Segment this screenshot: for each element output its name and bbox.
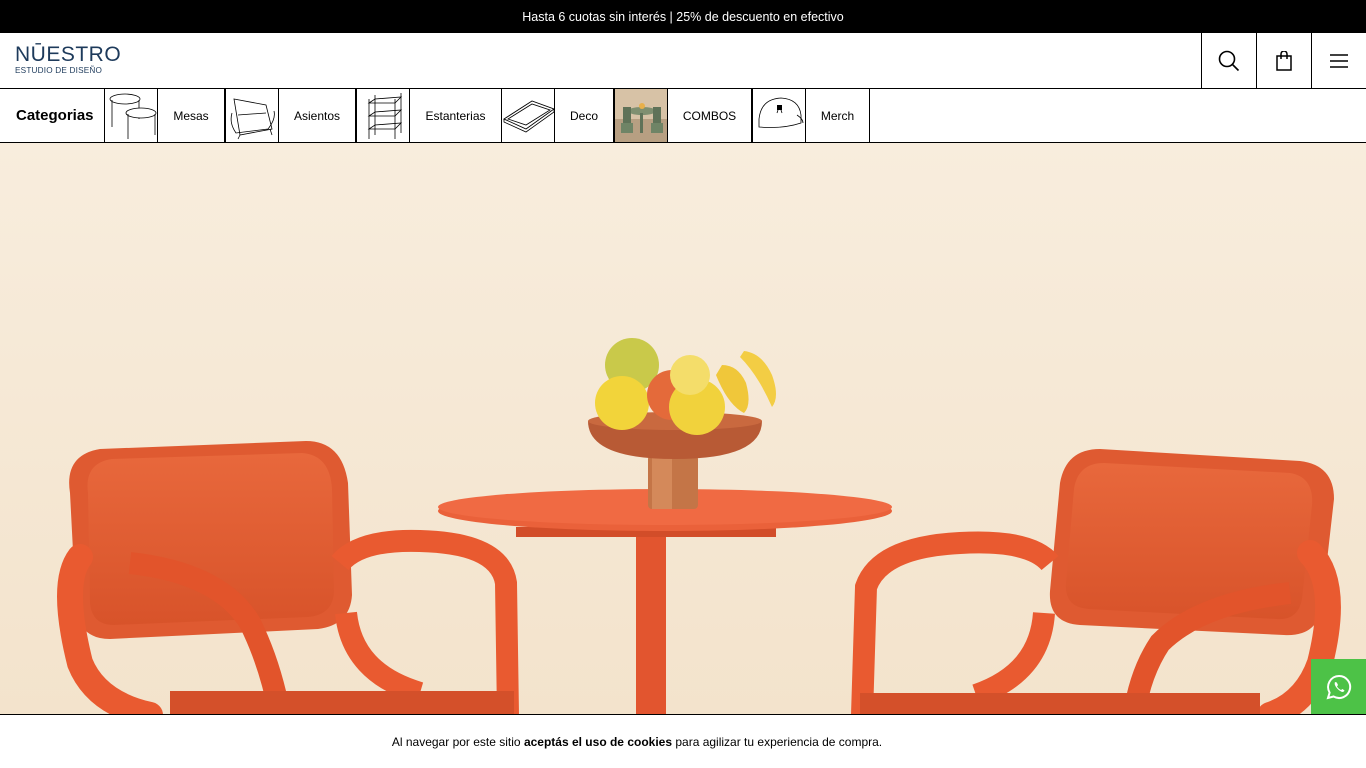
logo-sub-text: ESTUDIO DE DISEÑO — [15, 66, 103, 75]
chair-thumbnail — [225, 89, 279, 142]
category-label: Merch — [806, 89, 870, 142]
category-merch[interactable]: Merch — [752, 89, 870, 142]
cookie-link[interactable]: aceptás el uso de cookies — [524, 735, 672, 749]
category-bar: Categorias Mesas Asientos Estanterias De… — [0, 89, 1366, 143]
menu-icon — [1330, 53, 1348, 68]
promo-text: Hasta 6 cuotas sin interés | 25% de desc… — [522, 9, 844, 24]
combo-photo-thumbnail — [614, 89, 668, 142]
category-label: Deco — [555, 89, 614, 142]
category-deco[interactable]: Deco — [501, 89, 614, 142]
promo-bar: Hasta 6 cuotas sin interés | 25% de desc… — [0, 0, 1366, 33]
category-combos[interactable]: COMBOS — [614, 89, 752, 142]
shelf-thumbnail — [356, 89, 410, 142]
whatsapp-button[interactable] — [1311, 659, 1366, 714]
category-label: Estanterias — [410, 89, 502, 142]
logo[interactable]: NŪESTRO ESTUDIO DE DISEÑO — [15, 43, 122, 78]
category-label: Mesas — [158, 89, 225, 142]
categories-title: Categorias — [16, 107, 94, 124]
category-estanterias[interactable]: Estanterias — [356, 89, 502, 142]
logo-main-text: NŪESTRO — [15, 43, 122, 66]
search-button[interactable] — [1201, 33, 1256, 88]
tray-thumbnail — [501, 89, 555, 142]
cookie-suffix: para agilizar tu experiencia de compra. — [672, 734, 883, 749]
search-icon — [1218, 50, 1240, 71]
cookie-banner: Al navegar por este sitio aceptás el uso… — [0, 714, 1366, 768]
menu-button[interactable] — [1311, 33, 1366, 88]
cookie-prefix: Al navegar por este sitio — [391, 734, 524, 749]
category-label: COMBOS — [668, 89, 752, 142]
tables-thumbnail — [104, 89, 158, 142]
cart-button[interactable] — [1256, 33, 1311, 88]
category-label: Asientos — [279, 89, 356, 142]
hero-image — [0, 143, 1366, 715]
cookie-text: Al navegar por este sitio aceptás el uso… — [392, 735, 882, 749]
category-asientos[interactable]: Asientos — [225, 89, 356, 142]
bag-icon — [1276, 50, 1292, 71]
cap-thumbnail — [752, 89, 806, 142]
category-mesas[interactable]: Mesas — [104, 89, 225, 142]
site-header: NŪESTRO ESTUDIO DE DISEÑO — [0, 33, 1366, 89]
whatsapp-icon — [1326, 674, 1351, 699]
